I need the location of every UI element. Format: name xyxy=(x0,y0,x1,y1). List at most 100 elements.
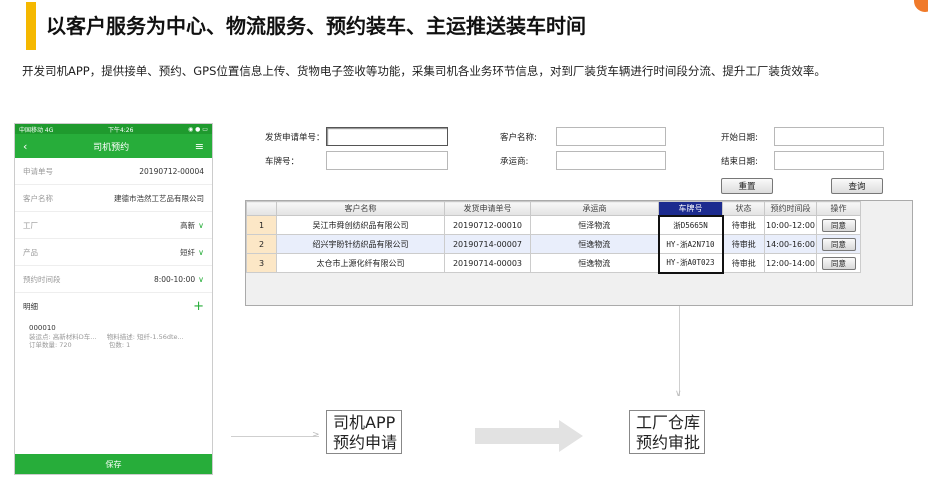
query-button[interactable]: 查询 xyxy=(831,178,883,194)
status-cell: 待审批 xyxy=(722,234,765,254)
save-button[interactable]: 保存 xyxy=(15,454,212,474)
app-no-cell: 20190714-00007 xyxy=(444,234,531,254)
row-number: 1 xyxy=(246,215,277,235)
column-header[interactable]: 预约时间段 xyxy=(764,201,817,216)
app-no-cell: 20190712-00010 xyxy=(444,215,531,235)
carrier-cell: 恒泽物流 xyxy=(530,215,659,235)
field-value: 20190712-00004 xyxy=(139,166,204,176)
title-accent-bar xyxy=(26,2,36,50)
carrier-cell: 恒逸物流 xyxy=(530,253,659,273)
corner-decoration xyxy=(914,0,928,12)
flow-box-line: 预约审批 xyxy=(636,433,701,452)
phone-app-mockup: 中国移动 4G 下午4:26 ◉ ● ▭ ‹ 司机预约 ≡ 申请单号 20190… xyxy=(14,123,213,475)
back-icon[interactable]: ‹ xyxy=(23,140,27,153)
add-icon[interactable]: + xyxy=(193,300,204,313)
customer-cell: 吴江市舜创纺织品有限公司 xyxy=(276,215,445,235)
carrier-cell: 恒逸物流 xyxy=(530,234,659,254)
flow-box-app: 司机APP 预约申请 xyxy=(326,410,403,454)
end-date-label: 结束日期: xyxy=(721,157,758,167)
column-header[interactable]: 状态 xyxy=(722,201,765,216)
table-row[interactable]: 3 太仓市上源化纤有限公司 20190714-00003 恒逸物流 HY-浙A0… xyxy=(246,253,861,274)
status-cell: 待审批 xyxy=(722,253,765,273)
plate-cell: HY-浙A0T023 xyxy=(657,253,724,274)
field-factory[interactable]: 工厂 高新 ∨ xyxy=(15,212,212,239)
plate-label: 车牌号： xyxy=(265,157,300,167)
slot-cell: 14:00-16:00 xyxy=(764,234,817,254)
field-value: 短纤 xyxy=(180,247,196,257)
phone-status-bar: 中国移动 4G 下午4:26 ◉ ● ▭ xyxy=(15,124,212,134)
carrier-text: 中国移动 4G xyxy=(19,126,54,134)
page-description: 开发司机APP，提供接单、预约、GPS位置信息上传、货物电子签收等功能，采集司机… xyxy=(22,64,826,78)
flow-box-warehouse: 工厂仓库 预约审批 xyxy=(629,410,706,454)
table-row[interactable]: 2 绍兴宇盼针纺织品有限公司 20190714-00007 恒逸物流 HY-浙A… xyxy=(246,234,861,254)
row-number: 3 xyxy=(246,253,277,273)
field-value: 8:00-10:00 xyxy=(153,274,196,284)
field-label: 预约时间段 xyxy=(23,274,61,284)
flow-box-line: 工厂仓库 xyxy=(636,413,701,432)
field-value: 高新 xyxy=(180,220,196,230)
detail-line: 装运点: 高新材料D车... 物料描述: 短纤-1.56dte... xyxy=(29,332,184,341)
carrier-input[interactable] xyxy=(556,151,666,170)
field-application-no: 申请单号 20190712-00004 xyxy=(15,158,212,185)
column-header[interactable]: 客户名称 xyxy=(276,201,445,216)
customer-label: 客户名称: xyxy=(500,133,537,143)
plate-cell: 浙D5665N xyxy=(657,214,724,235)
carrier-label: 承运商: xyxy=(500,157,529,167)
approval-grid: 客户名称 发货申请单号 承运商 车牌号 状态 预约时间段 操作 1 吴江市舜创纺… xyxy=(245,200,913,306)
column-header[interactable]: 发货申请单号 xyxy=(444,201,531,216)
row-number: 2 xyxy=(246,234,277,254)
column-header-selected[interactable]: 车牌号 xyxy=(658,201,723,216)
phone-navbar: ‹ 司机预约 ≡ xyxy=(15,134,212,158)
field-time-slot[interactable]: 预约时间段 8:00-10:00 ∨ xyxy=(15,266,212,293)
field-value: 建德市浩然工艺品有限公司 xyxy=(114,193,204,203)
slot-cell: 12:00-14:00 xyxy=(764,253,817,273)
chevron-down-icon[interactable]: ∨ xyxy=(198,275,204,284)
end-date-input[interactable] xyxy=(774,151,884,170)
customer-cell: 太仓市上源化纤有限公司 xyxy=(276,253,445,273)
detail-line: 订单数量: 720 包数: 1 xyxy=(29,341,131,349)
page-title: 以客户服务为中心、物流服务、预约装车、主运推送装车时间 xyxy=(46,14,586,38)
field-label: 申请单号 xyxy=(23,166,53,176)
field-product[interactable]: 产品 短纤 ∨ xyxy=(15,239,212,266)
arrow-right-icon: > xyxy=(312,430,320,440)
approve-button[interactable]: 同意 xyxy=(821,256,856,270)
detail-header: 明细 + xyxy=(15,293,212,320)
start-date-label: 开始日期: xyxy=(721,133,758,143)
field-label: 产品 xyxy=(23,247,38,257)
flow-box-line: 司机APP xyxy=(333,413,396,432)
detail-item[interactable]: 000010 装运点: 高新材料D车... 物料描述: 短纤-1.56dte..… xyxy=(15,320,212,354)
status-icons: ◉ ● ▭ xyxy=(188,125,208,133)
plate-cell: HY-浙A2N710 xyxy=(657,234,724,254)
chevron-down-icon[interactable]: ∨ xyxy=(198,221,204,230)
field-customer: 客户名称 建德市浩然工艺品有限公司 xyxy=(15,185,212,212)
approve-button[interactable]: 同意 xyxy=(821,218,856,232)
flow-box-line: 预约申请 xyxy=(333,433,398,452)
arrow-down-icon: ∨ xyxy=(675,389,682,399)
start-date-input[interactable] xyxy=(774,127,884,146)
flow-connector-horizontal xyxy=(231,436,319,437)
app-no-cell: 20190714-00003 xyxy=(444,253,531,273)
customer-input[interactable] xyxy=(556,127,666,146)
flow-connector-vertical xyxy=(679,306,680,396)
reset-button[interactable]: 重置 xyxy=(721,178,773,194)
slot-cell: 10:00-12:00 xyxy=(764,215,817,235)
detail-label: 明细 xyxy=(23,302,38,311)
app-no-input[interactable] xyxy=(326,127,448,146)
column-header xyxy=(246,201,277,216)
status-cell: 待审批 xyxy=(722,215,765,235)
detail-code: 000010 xyxy=(29,324,56,332)
menu-icon[interactable]: ≡ xyxy=(195,140,204,153)
phone-page-title: 司机预约 xyxy=(93,142,130,153)
plate-input[interactable] xyxy=(326,151,448,170)
field-label: 工厂 xyxy=(23,220,38,230)
table-row[interactable]: 1 吴江市舜创纺织品有限公司 20190712-00010 恒泽物流 浙D566… xyxy=(246,214,861,235)
column-header: 操作 xyxy=(816,201,861,216)
status-time: 下午4:26 xyxy=(107,126,134,134)
column-header[interactable]: 承运商 xyxy=(530,201,659,216)
customer-cell: 绍兴宇盼针纺织品有限公司 xyxy=(276,234,445,254)
field-label: 客户名称 xyxy=(23,193,53,203)
approve-button[interactable]: 同意 xyxy=(821,237,856,251)
app-no-label: 发货申请单号： xyxy=(265,133,325,143)
flow-arrow-icon xyxy=(475,420,583,452)
chevron-down-icon[interactable]: ∨ xyxy=(198,248,204,257)
